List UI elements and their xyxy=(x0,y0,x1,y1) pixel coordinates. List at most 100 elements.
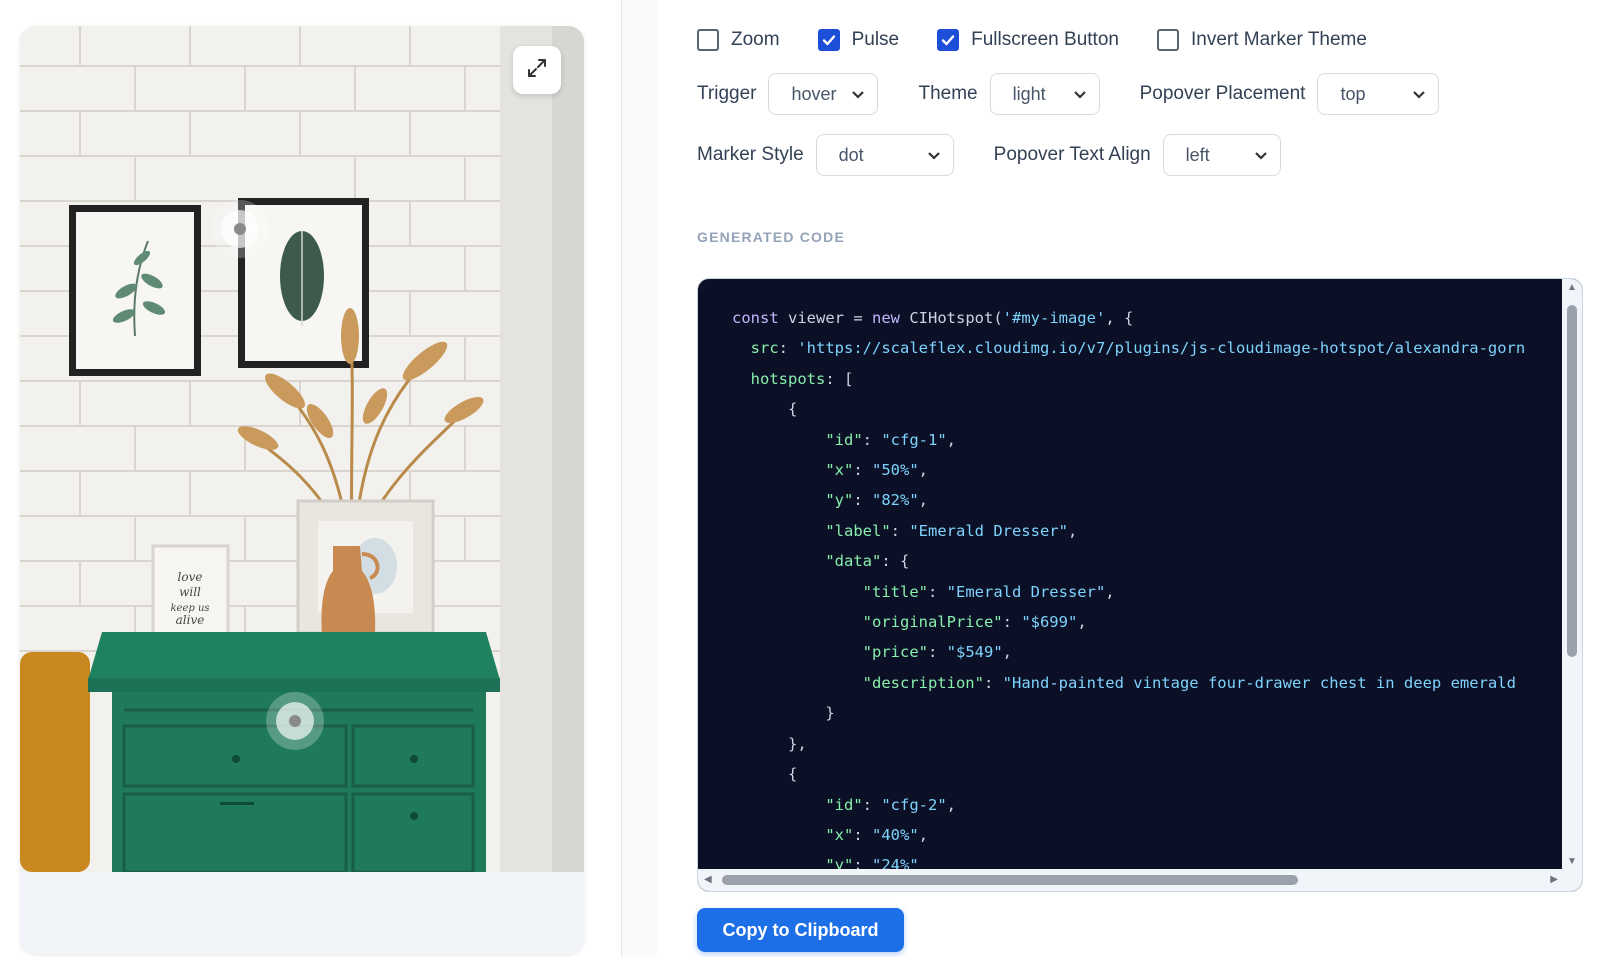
popover-placement-select[interactable]: top xyxy=(1317,73,1440,115)
code-line: "label": "Emerald Dresser", xyxy=(732,516,1564,546)
code-line: "title": "Emerald Dresser", xyxy=(732,577,1564,607)
code-token: : xyxy=(927,582,947,601)
code-line: { xyxy=(732,394,1564,424)
code-line: "id": "cfg-1", xyxy=(732,425,1564,455)
code-token: "$699" xyxy=(1021,613,1078,632)
scroll-down-icon[interactable]: ▼ xyxy=(1567,857,1577,867)
pulse-checkbox[interactable]: Pulse xyxy=(817,29,900,51)
code-token: : xyxy=(853,461,872,480)
zoom-checkbox-box[interactable] xyxy=(697,29,719,51)
code-token: '#my-image' xyxy=(1002,309,1106,327)
code-token: "id" xyxy=(825,795,863,814)
code-token: , xyxy=(918,491,929,510)
code-token: : { xyxy=(881,552,910,571)
chevron-down-icon xyxy=(851,84,865,105)
fullscreen-checkbox-box[interactable] xyxy=(937,29,960,51)
code-token: "data" xyxy=(825,552,882,571)
code-line: "originalPrice": "$699", xyxy=(732,607,1564,637)
theme-select[interactable]: light xyxy=(989,73,1100,115)
zoom-checkbox[interactable]: Zoom xyxy=(697,29,780,51)
horizontal-scrollbar[interactable]: ◀ ▶ xyxy=(698,869,1582,891)
code-token: : xyxy=(862,430,882,449)
code-token: CIHotspot( xyxy=(900,309,1003,327)
marker-style-select[interactable]: dot xyxy=(815,134,954,176)
code-token: , { xyxy=(1105,309,1134,327)
code-token: "cfg-2" xyxy=(881,795,947,814)
code-token: : xyxy=(983,673,1003,692)
generated-code-block[interactable]: const viewer = new CIHotspot('#my-image'… xyxy=(697,278,1583,892)
popover-text-align-select[interactable]: left xyxy=(1162,134,1281,176)
marker-style-label: Marker Style xyxy=(697,144,804,165)
code-token: "82%" xyxy=(872,491,919,510)
code-line: "price": "$549", xyxy=(732,637,1564,667)
code-token: , xyxy=(918,825,929,844)
invert-marker-theme-label: Invert Marker Theme xyxy=(1190,29,1367,50)
code-token: "y" xyxy=(825,491,854,510)
code-token: : xyxy=(890,521,910,540)
code-token: "x" xyxy=(825,825,854,844)
marker-style-value: dot xyxy=(838,144,864,165)
copy-to-clipboard-button[interactable]: Copy to Clipboard xyxy=(697,908,904,952)
code-line: }, xyxy=(732,729,1564,759)
code-token: : xyxy=(1002,613,1022,632)
invert-marker-theme-checkbox[interactable]: Invert Marker Theme xyxy=(1156,29,1367,51)
horizontal-scrollbar-thumb[interactable] xyxy=(722,875,1298,885)
scroll-right-icon[interactable]: ▶ xyxy=(1550,875,1558,885)
fullscreen-button[interactable] xyxy=(513,46,561,94)
code-token: : xyxy=(862,795,882,814)
chevron-down-icon xyxy=(1412,84,1426,105)
hotspot-dot xyxy=(289,715,301,727)
code-token: "label" xyxy=(825,521,891,540)
code-token: "40%" xyxy=(872,825,919,844)
svg-text:alive: alive xyxy=(176,613,205,627)
code-token: "Hand-painted vintage four-drawer chest … xyxy=(1002,673,1516,692)
hotspot-marker-dresser[interactable] xyxy=(276,702,314,740)
code-token: 'https://scaleflex.cloudimg.io/v7/plugin… xyxy=(797,339,1526,358)
code-token: , xyxy=(1002,643,1012,662)
generated-code-heading: GENERATED CODE xyxy=(697,229,845,245)
code-token: "id" xyxy=(825,430,863,449)
chevron-down-icon xyxy=(1073,84,1087,105)
trigger-value: hover xyxy=(791,83,837,104)
room-scene-illustration: love will keep us alive xyxy=(20,26,584,872)
chevron-down-icon xyxy=(1254,145,1268,166)
scroll-left-icon[interactable]: ◀ xyxy=(704,875,712,885)
hotspot-marker-upper[interactable] xyxy=(221,210,259,248)
code-token: : xyxy=(778,339,798,358)
code-line: hotspots: [ xyxy=(732,364,1564,394)
fullscreen-button-checkbox[interactable]: Fullscreen Button xyxy=(937,29,1119,51)
code-token: "price" xyxy=(862,643,928,662)
code-token: hotspots xyxy=(750,369,826,388)
code-line: "y": "24%" xyxy=(732,850,1564,871)
code-token: , xyxy=(1077,613,1087,632)
checkmark-icon xyxy=(941,35,955,46)
code-token: , xyxy=(1067,521,1078,540)
code-content[interactable]: const viewer = new CIHotspot('#my-image'… xyxy=(698,279,1564,871)
code-line: { xyxy=(732,759,1564,789)
code-token: new xyxy=(872,309,900,327)
panel-divider xyxy=(621,0,657,957)
code-token: "Emerald Dresser" xyxy=(946,582,1106,601)
code-token: : xyxy=(853,491,872,510)
code-line: "id": "cfg-2", xyxy=(732,790,1564,820)
options-select-row-1: Trigger hover Theme light Popover Placem… xyxy=(697,73,1440,115)
code-token: "originalPrice" xyxy=(862,613,1003,632)
scroll-up-icon[interactable]: ▲ xyxy=(1567,283,1577,293)
pulse-label: Pulse xyxy=(851,29,900,50)
popover-placement-value: top xyxy=(1340,83,1366,104)
options-checkbox-row: Zoom Pulse Fullscreen Button Invert Mark… xyxy=(697,27,1405,53)
vertical-scrollbar-thumb[interactable] xyxy=(1567,305,1577,657)
code-token: viewer = xyxy=(778,309,872,327)
trigger-select[interactable]: hover xyxy=(768,73,879,115)
invert-checkbox-box[interactable] xyxy=(1156,29,1179,51)
pulse-checkbox-box[interactable] xyxy=(817,29,840,51)
vertical-scrollbar[interactable]: ▲ ▼ xyxy=(1562,279,1582,871)
code-token: "x" xyxy=(825,461,854,480)
expand-icon xyxy=(526,57,548,84)
